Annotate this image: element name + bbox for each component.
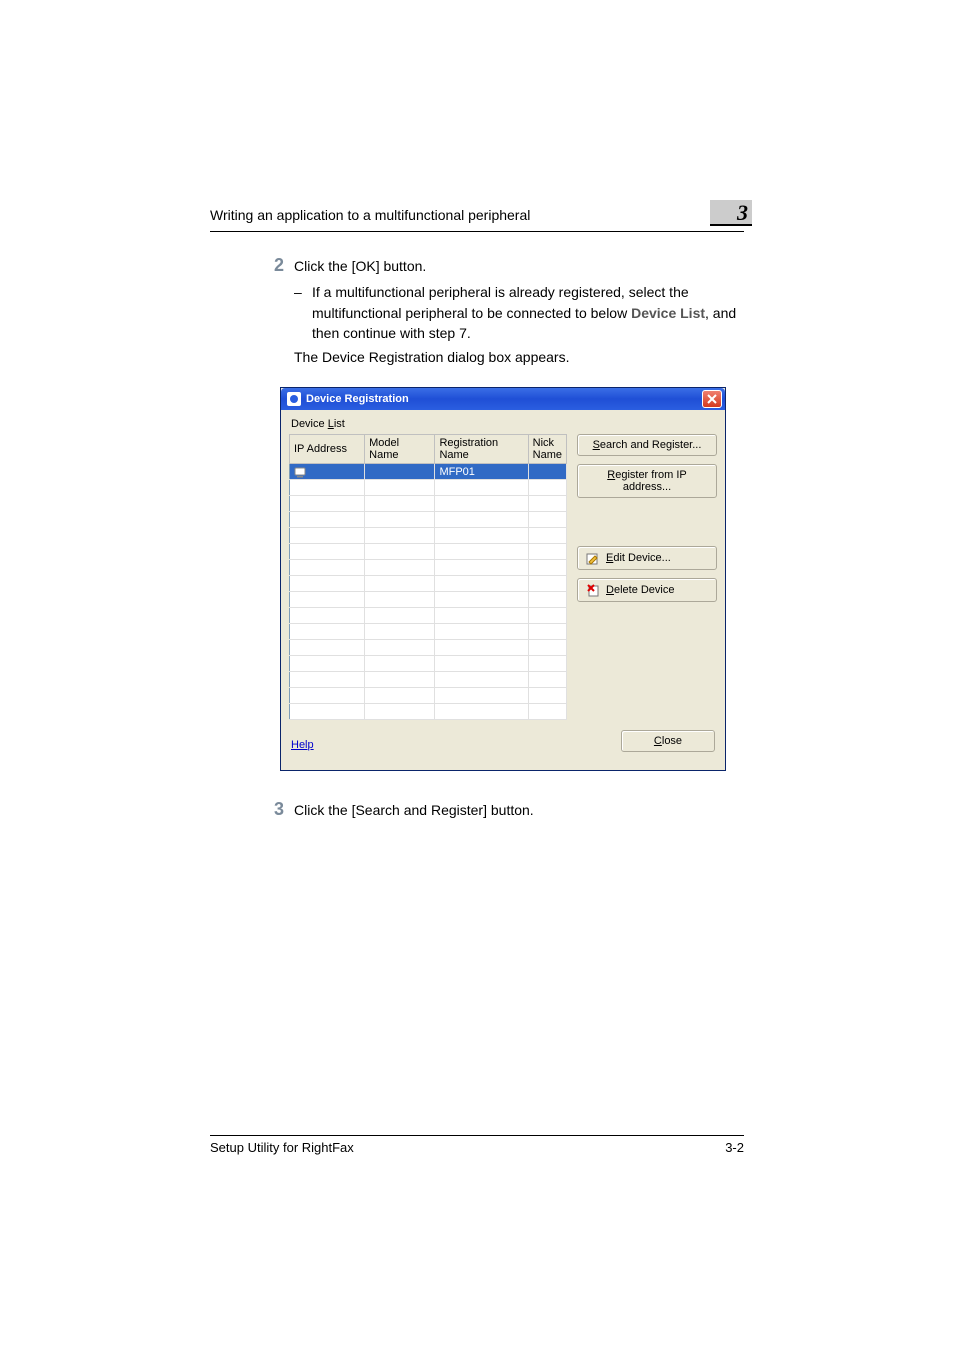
dialog-title: Device Registration [306,393,702,405]
label-post: ist [334,418,345,430]
table-row[interactable] [290,528,567,544]
close-icon[interactable] [702,390,722,408]
step-2-subbullet: – If a multifunctional peripheral is alr… [294,282,744,343]
running-header: Writing an application to a multifunctio… [210,207,744,232]
col-nick-name[interactable]: Nick Name [528,435,566,464]
table-row[interactable] [290,608,567,624]
table-row[interactable] [290,624,567,640]
device-table[interactable]: IP Address Model Name Registration Name … [289,434,567,720]
label-pre: Device [291,418,328,430]
table-row[interactable] [290,656,567,672]
dialog-footer: Help Close [289,730,717,760]
table-row[interactable] [290,704,567,720]
col-registration-name[interactable]: Registration Name [435,435,528,464]
app-icon [287,392,301,406]
header-rule [210,231,744,232]
footer-left: Setup Utility for RightFax [210,1140,354,1155]
running-title: Writing an application to a multifunctio… [210,207,530,223]
step-2-text: Click the [OK] button. [294,256,744,276]
bullet-dash: – [294,282,312,343]
table-row[interactable] [290,544,567,560]
edit-icon [586,551,600,565]
btn-rest: lose [662,735,682,747]
chapter-number: 3 [737,202,748,224]
table-row[interactable]: MFP01 [290,464,567,480]
table-row[interactable] [290,496,567,512]
chapter-badge: 3 [710,200,752,226]
footer-right: 3-2 [725,1140,744,1155]
cell-model [365,464,435,480]
col-model-name[interactable]: Model Name [365,435,435,464]
device-list-grid[interactable]: IP Address Model Name Registration Name … [289,434,567,720]
close-button[interactable]: Close [621,730,715,752]
btn-rest: elete Device [614,584,675,596]
table-row[interactable] [290,576,567,592]
btn-rest: earch and Register... [600,439,702,451]
delete-icon [586,583,600,597]
help-link[interactable]: Help [291,739,314,751]
col-ip-address[interactable]: IP Address [290,435,365,464]
help-u: p [308,739,314,751]
step-2-result: The Device Registration dialog box appea… [294,347,744,367]
btn-u: C [654,735,662,747]
dialog-side-buttons: Search and Register... Register from IP … [567,434,717,720]
edit-device-button[interactable]: Edit Device... [577,546,717,570]
x-icon [707,394,717,404]
cell-ip [290,464,365,480]
table-row[interactable] [290,640,567,656]
dialog-titlebar[interactable]: Device Registration [281,388,725,410]
cell-reg: MFP01 [435,464,528,480]
step-2-subtext: If a multifunctional peripheral is alrea… [312,282,744,343]
table-row[interactable] [290,560,567,576]
btn-u: R [607,469,615,481]
btn-rest: dit Device... [613,552,670,564]
dialog-main: IP Address Model Name Registration Name … [289,434,717,720]
register-from-ip-button[interactable]: Register from IP address... [577,464,717,498]
btn-rest: egister from IP address... [615,469,687,493]
dialog-figure: Device Registration Device List [280,387,726,771]
table-row[interactable] [290,512,567,528]
step-number: 2 [250,255,284,276]
table-row[interactable] [290,688,567,704]
step-2: 2 Click the [OK] button. [250,255,744,276]
device-list-bold: Device List [631,305,705,321]
step-number: 3 [250,799,284,820]
search-and-register-button[interactable]: Search and Register... [577,434,717,456]
help-pre: Hel [291,739,308,751]
cell-nick [528,464,566,480]
table-row[interactable] [290,592,567,608]
step-3-text: Click the [Search and Register] button. [294,800,744,820]
step-3: 3 Click the [Search and Register] button… [250,799,744,820]
table-row[interactable] [290,672,567,688]
content-area: 2 Click the [OK] button. – If a multifun… [250,255,744,827]
table-row[interactable] [290,480,567,496]
delete-device-button[interactable]: Delete Device [577,578,717,602]
device-list-label: Device List [291,418,717,430]
footer-rule [210,1135,744,1136]
btn-u: D [606,584,614,596]
footer-row: Setup Utility for RightFax 3-2 [210,1140,744,1155]
page: Writing an application to a multifunctio… [0,0,954,1350]
table-header-row: IP Address Model Name Registration Name … [290,435,567,464]
device-icon [294,466,306,478]
page-footer: Setup Utility for RightFax 3-2 [210,1135,744,1155]
dialog-body: Device List IP Address Model Name Regist… [281,410,725,770]
btn-u: S [593,439,600,451]
device-registration-dialog: Device Registration Device List [280,387,726,771]
